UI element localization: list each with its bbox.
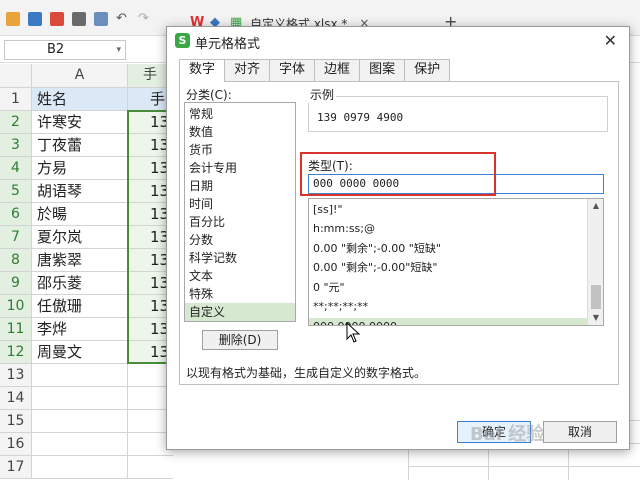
cell-a[interactable]: 李烨 <box>32 318 128 341</box>
category-item[interactable]: 数值 <box>185 123 295 141</box>
format-cells-dialog: S 单元格格式 ✕ 数字 对齐 字体 边框 图案 保护 分类(C): 常规 数值货… <box>166 26 630 450</box>
sample-box: 139 0979 4900 <box>308 96 608 132</box>
row-header[interactable]: 11 <box>0 318 32 341</box>
cell-a[interactable] <box>32 433 128 456</box>
cell-a[interactable]: 於暘 <box>32 203 128 226</box>
tab-protection[interactable]: 保护 <box>404 59 451 81</box>
cell-a[interactable]: 胡语琴 <box>32 180 128 203</box>
sample-label: 示例 <box>308 86 337 103</box>
format-item[interactable]: **;**;**;** <box>309 298 603 316</box>
format-item[interactable]: 0 "元" <box>309 279 603 297</box>
category-item[interactable]: 货币 <box>185 141 295 159</box>
format-list-scrollbar[interactable]: ▲ ▼ <box>587 199 603 325</box>
category-label: 分类(C): <box>186 88 232 102</box>
row-header[interactable]: 17 <box>0 456 32 479</box>
mouse-pointer-icon <box>346 322 361 343</box>
row-header[interactable]: 16 <box>0 433 32 456</box>
cell-a[interactable]: 邵乐菱 <box>32 272 128 295</box>
delete-button[interactable]: 删除(D) <box>202 330 278 350</box>
row-header[interactable]: 8 <box>0 249 32 272</box>
cancel-button[interactable]: 取消 <box>543 421 617 443</box>
category-item[interactable]: 特殊 <box>185 285 295 303</box>
dialog-tabs: 数字 对齐 字体 边框 图案 保护 <box>179 59 451 82</box>
export-pdf-icon[interactable] <box>50 12 64 26</box>
format-item[interactable]: 0.00 "剩余";-0.00 "短缺" <box>309 240 603 258</box>
cell-a[interactable]: 唐紫翠 <box>32 249 128 272</box>
scrollbar-thumb[interactable] <box>591 285 601 309</box>
category-list[interactable]: 常规 数值 货币 会计专用 日期 时间 百分比 分数 科学记数 文本 特殊 自定义 <box>184 102 296 322</box>
category-item[interactable]: 日期 <box>185 177 295 195</box>
row-header[interactable]: 14 <box>0 387 32 410</box>
name-box[interactable]: B2 ▾ <box>4 40 126 60</box>
row-header[interactable]: 10 <box>0 295 32 318</box>
dialog-titlebar[interactable]: S 单元格格式 ✕ <box>167 27 629 55</box>
format-item[interactable]: h:mm:ss;@ <box>309 220 603 238</box>
row-header[interactable]: 3 <box>0 134 32 157</box>
undo-icon[interactable]: ↶ <box>116 12 130 26</box>
number-tab-panel: 分类(C): 常规 数值 货币 会计专用 日期 时间 百分比 分数 科学记数 文本 特殊 自定义 删除… <box>179 81 619 385</box>
cell-a[interactable]: 丁夜蕾 <box>32 134 128 157</box>
scroll-up-icon[interactable]: ▲ <box>588 199 603 213</box>
category-item[interactable]: 文本 <box>185 267 295 285</box>
type-label: 类型(T): <box>308 159 353 173</box>
category-item[interactable]: 百分比 <box>185 213 295 231</box>
cell-a[interactable]: 任傲珊 <box>32 295 128 318</box>
cell-a[interactable] <box>32 410 128 433</box>
open-folder-icon[interactable] <box>6 12 20 26</box>
category-item[interactable]: 自定义 <box>185 303 295 321</box>
row-header[interactable]: 2 <box>0 111 32 134</box>
row-header[interactable]: 12 <box>0 341 32 364</box>
watermark: Bai 经验 <box>470 424 545 445</box>
type-input[interactable]: 000 0000 0000 <box>308 174 604 194</box>
tab-font[interactable]: 字体 <box>269 59 316 81</box>
corner-cell[interactable] <box>0 64 32 88</box>
category-item[interactable]: 会计专用 <box>185 159 295 177</box>
row-header[interactable]: 13 <box>0 364 32 387</box>
tab-alignment[interactable]: 对齐 <box>224 59 271 81</box>
sample-value: 139 0979 4900 <box>317 111 404 124</box>
dialog-title: 单元格格式 <box>195 37 261 52</box>
name-box-value: B2 <box>47 42 65 57</box>
wps-s-logo-icon: S <box>175 33 190 48</box>
row-header[interactable]: 6 <box>0 203 32 226</box>
format-list[interactable]: [ss]!" h:mm:ss;@ 0.00 "剩余";-0.00 "短缺" 0.00 … <box>308 198 604 326</box>
save-icon[interactable] <box>28 12 42 26</box>
tab-pattern[interactable]: 图案 <box>359 59 406 81</box>
cell-a[interactable]: 周曼文 <box>32 341 128 364</box>
description-text: 以现有格式为基础，生成自定义的数字格式。 <box>186 366 427 380</box>
scroll-down-icon[interactable]: ▼ <box>588 311 603 325</box>
cell-a[interactable] <box>32 456 128 479</box>
tab-number[interactable]: 数字 <box>179 59 226 82</box>
cell-a[interactable] <box>32 364 128 387</box>
row-header[interactable]: 9 <box>0 272 32 295</box>
chevron-down-icon[interactable]: ▾ <box>116 41 121 59</box>
format-item[interactable]: 0.00 "剩余";-0.00"短缺" <box>309 259 603 277</box>
close-icon[interactable]: ✕ <box>604 31 617 50</box>
tab-border[interactable]: 边框 <box>314 59 361 81</box>
redo-icon[interactable]: ↷ <box>138 12 152 26</box>
cell-a[interactable]: 方易 <box>32 157 128 180</box>
category-item[interactable]: 科学记数 <box>185 249 295 267</box>
print-preview-icon[interactable] <box>94 12 108 26</box>
cell-a[interactable]: 夏尔岚 <box>32 226 128 249</box>
print-icon[interactable] <box>72 12 86 26</box>
row-header[interactable]: 7 <box>0 226 32 249</box>
category-item[interactable]: 分数 <box>185 231 295 249</box>
row-header[interactable]: 1 <box>0 88 32 111</box>
cell-a[interactable] <box>32 387 128 410</box>
format-item[interactable]: [ss]!" <box>309 201 603 219</box>
column-header-a[interactable]: A <box>32 64 128 88</box>
row-header[interactable]: 5 <box>0 180 32 203</box>
category-item[interactable]: 常规 <box>185 105 295 123</box>
cell-a[interactable]: 姓名 <box>32 88 128 111</box>
cell-b[interactable] <box>128 456 173 479</box>
row-header[interactable]: 15 <box>0 410 32 433</box>
row-header[interactable]: 4 <box>0 157 32 180</box>
category-item[interactable]: 时间 <box>185 195 295 213</box>
cell-a[interactable]: 许寒安 <box>32 111 128 134</box>
